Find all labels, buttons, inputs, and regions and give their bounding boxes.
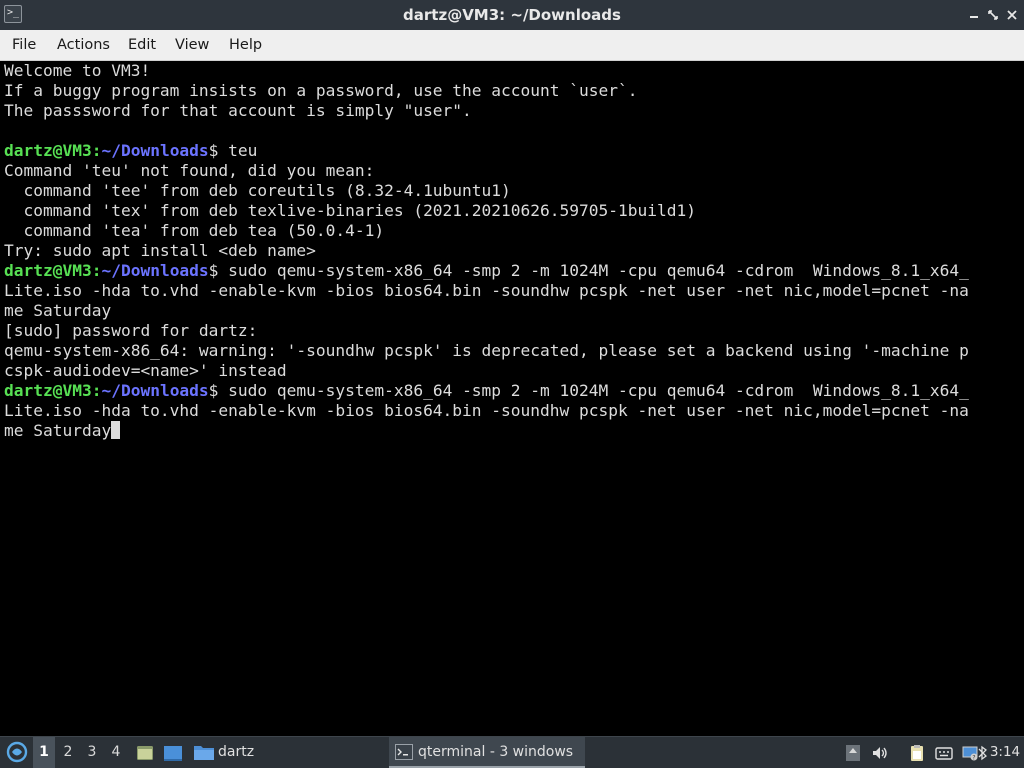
terminal-line: command 'tee' from deb coreutils (8.32-4… [4, 181, 969, 201]
output-text: command 'tee' from deb coreutils (8.32-4… [4, 181, 511, 200]
terminal-line: Welcome to VM3! [4, 61, 969, 81]
clock[interactable]: 3:14 [989, 737, 1021, 768]
svg-text:?: ? [972, 755, 975, 762]
workspace-1[interactable]: 1 [33, 737, 55, 768]
terminal-line: Try: sudo apt install <deb name> [4, 241, 969, 261]
taskbar: 1 2 3 4 dartz qterminal - 3 windows ? 3:… [0, 736, 1024, 768]
upload-arrow-icon[interactable] [845, 744, 863, 762]
prompt-path: ~/Downloads [101, 141, 209, 160]
taskbar-task-qterminal[interactable]: qterminal - 3 windows [389, 737, 585, 768]
terminal-line: me Saturday [4, 301, 969, 321]
folder-icon [194, 746, 214, 760]
output-text: qemu-system-x86_64: warning: '-soundhw p… [4, 341, 969, 360]
menu-actions[interactable]: Actions [57, 30, 110, 60]
menubar: File Actions Edit View Help [0, 30, 1024, 61]
command-text: sudo qemu-system-x86_64 -smp 2 -m 1024M … [218, 381, 969, 400]
terminal-icon [395, 744, 413, 760]
minimize-icon[interactable] [966, 7, 982, 23]
terminal-prompt-line: dartz@VM3:~/Downloads$ sudo qemu-system-… [4, 381, 969, 401]
output-text: me Saturday [4, 301, 112, 320]
terminal-line: Command 'teu' not found, did you mean: [4, 161, 969, 181]
terminal-line: Lite.iso -hda to.vhd -enable-kvm -bios b… [4, 281, 969, 301]
show-desktop-icon[interactable] [161, 737, 185, 768]
keyboard-icon[interactable] [935, 744, 953, 762]
output-text: Try: sudo apt install <deb name> [4, 241, 316, 260]
lxqt-start-icon[interactable] [4, 737, 30, 768]
prompt-dollar: $ [208, 141, 219, 160]
workspace-3[interactable]: 3 [81, 737, 103, 768]
menu-edit[interactable]: Edit [128, 30, 156, 60]
maximize-icon[interactable] [985, 7, 1001, 23]
prompt-user: dartz@VM3 [4, 261, 92, 280]
output-text: The passsword for that account is simply… [4, 101, 472, 120]
file-manager-icon[interactable] [133, 737, 157, 768]
prompt-separator: : [91, 261, 102, 280]
output-text: me Saturday [4, 421, 112, 440]
menu-file[interactable]: File [12, 30, 36, 60]
terminal-prompt-line: dartz@VM3:~/Downloads$ sudo qemu-system-… [4, 261, 969, 281]
bluetooth-icon[interactable] [977, 744, 989, 762]
workspace-2[interactable]: 2 [57, 737, 79, 768]
output-text: cspk-audiodev=<name>' instead [4, 361, 287, 380]
prompt-separator: : [91, 141, 102, 160]
output-text: Command 'teu' not found, did you mean: [4, 161, 375, 180]
taskbar-task-dartz[interactable]: dartz [191, 737, 263, 768]
output-text: Welcome to VM3! [4, 61, 151, 80]
output-text: If a buggy program insists on a password… [4, 81, 638, 100]
close-icon[interactable] [1004, 7, 1020, 23]
terminal-line: command 'tea' from deb tea (50.0.4-1) [4, 221, 969, 241]
terminal-prompt-line: dartz@VM3:~/Downloads$ teu [4, 141, 969, 161]
window-titlebar[interactable]: >_ dartz@VM3: ~/Downloads [0, 0, 1024, 30]
prompt-dollar: $ [208, 261, 219, 280]
terminal-line: Lite.iso -hda to.vhd -enable-kvm -bios b… [4, 401, 969, 421]
window-title: dartz@VM3: ~/Downloads [403, 6, 621, 24]
prompt-user: dartz@VM3 [4, 381, 92, 400]
terminal-line: me Saturday [4, 421, 969, 441]
prompt-path: ~/Downloads [101, 261, 209, 280]
prompt-dollar: $ [208, 381, 219, 400]
workspace-4[interactable]: 4 [105, 737, 127, 768]
menu-help[interactable]: Help [229, 30, 262, 60]
menu-view[interactable]: View [175, 30, 209, 60]
terminal-line: [sudo] password for dartz: [4, 321, 969, 341]
output-text: Lite.iso -hda to.vhd -enable-kvm -bios b… [4, 281, 969, 300]
terminal-output[interactable]: Welcome to VM3! If a buggy program insist… [0, 61, 1024, 736]
terminal-line: If a buggy program insists on a password… [4, 81, 969, 101]
command-text: sudo qemu-system-x86_64 -smp 2 -m 1024M … [218, 261, 969, 280]
output-text: Lite.iso -hda to.vhd -enable-kvm -bios b… [4, 401, 969, 420]
prompt-path: ~/Downloads [101, 381, 209, 400]
task-label-qterminal: qterminal - 3 windows [418, 744, 574, 760]
output-text: command 'tea' from deb tea (50.0.4-1) [4, 221, 385, 240]
terminal-line: qemu-system-x86_64: warning: '-soundhw p… [4, 341, 969, 361]
terminal-line: The passsword for that account is simply… [4, 101, 969, 121]
terminal-lines: Welcome to VM3! If a buggy program insist… [4, 61, 969, 441]
text-cursor [111, 421, 121, 439]
command-text: teu [218, 141, 258, 160]
terminal-line: command 'tex' from deb texlive-binaries … [4, 201, 969, 221]
clipboard-icon[interactable] [908, 744, 926, 762]
volume-icon[interactable] [871, 744, 889, 762]
prompt-user: dartz@VM3 [4, 141, 92, 160]
terminal-line: cspk-audiodev=<name>' instead [4, 361, 969, 381]
output-text: command 'tex' from deb texlive-binaries … [4, 201, 696, 220]
prompt-separator: : [91, 381, 102, 400]
output-text: [sudo] password for dartz: [4, 321, 258, 340]
task-label-dartz: dartz [218, 744, 255, 760]
